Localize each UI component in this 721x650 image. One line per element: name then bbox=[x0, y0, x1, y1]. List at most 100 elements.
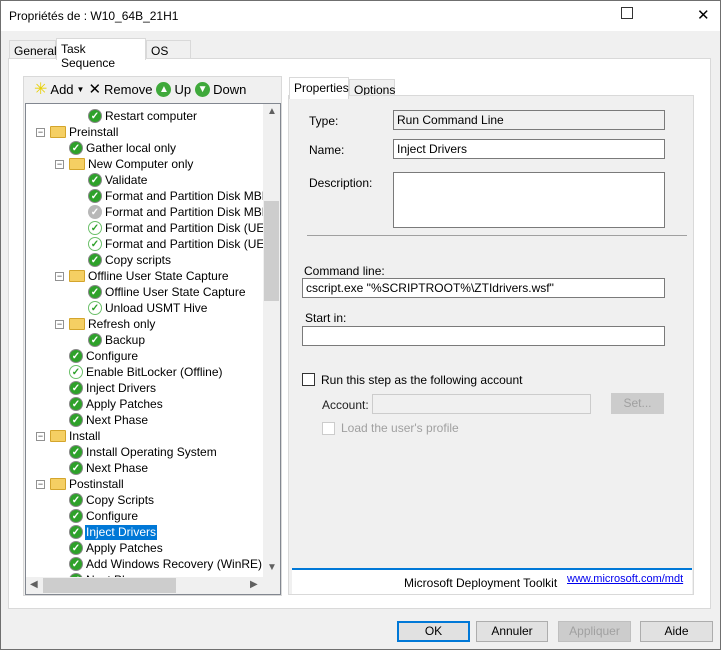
check-icon: ✓ bbox=[88, 173, 102, 187]
folder-icon bbox=[50, 430, 66, 442]
tree-item-label: Next Phase bbox=[86, 460, 149, 475]
tree-item[interactable]: ✓ Restart computer bbox=[88, 108, 198, 124]
check-icon: ✓ bbox=[69, 557, 83, 571]
tree-item[interactable]: ✓ Format and Partition Disk MBR1 bbox=[88, 204, 278, 220]
tab-general[interactable]: General bbox=[9, 40, 57, 60]
tree-item-label: Format and Partition Disk MBR0 bbox=[105, 188, 278, 203]
tree-item[interactable]: ✓ Format and Partition Disk (UEFI) D bbox=[88, 220, 280, 236]
tree-item-label: Configure bbox=[86, 348, 139, 363]
tree-item[interactable]: ✓ Backup bbox=[88, 332, 146, 348]
name-input[interactable]: Inject Drivers bbox=[393, 139, 665, 159]
chevron-down-icon: ▼ bbox=[76, 84, 85, 94]
tree-item[interactable]: ✓ Enable BitLocker (Offline) bbox=[69, 364, 224, 380]
tree-item[interactable]: ✓ Unload USMT Hive bbox=[88, 300, 208, 316]
check-icon: ✓ bbox=[69, 509, 83, 523]
tree-item[interactable]: ✓ Install Operating System bbox=[69, 444, 218, 460]
tree-item[interactable]: ✓Next Phase bbox=[69, 460, 149, 476]
collapse-icon[interactable]: − bbox=[36, 128, 45, 137]
check-icon: ✓ bbox=[88, 333, 102, 347]
scroll-up-icon[interactable]: ▲ bbox=[267, 106, 277, 117]
help-button[interactable]: Aide bbox=[640, 621, 713, 642]
tab-os-info[interactable]: OS Info bbox=[146, 40, 191, 72]
tree-item[interactable]: Postinstall bbox=[50, 476, 125, 492]
tree-item[interactable]: ✓ Format and Partition Disk (UEFI) D bbox=[88, 236, 280, 252]
tree-item[interactable]: ✓ Configure bbox=[69, 348, 139, 364]
collapse-icon[interactable]: − bbox=[55, 320, 64, 329]
check-icon: ✓ bbox=[69, 141, 83, 155]
tree-item[interactable]: ✓ Copy scripts bbox=[88, 252, 172, 268]
tree-item[interactable]: ✓ Gather local only bbox=[69, 140, 177, 156]
tree-item[interactable]: ✓ Inject Drivers bbox=[69, 380, 157, 396]
window-title: Propriétés de : W10_64B_21H1 bbox=[9, 9, 179, 23]
tree-item[interactable]: ✓ Offline User State Capture bbox=[88, 284, 247, 300]
run-as-label: Run this step as the following account bbox=[321, 373, 523, 387]
toolbar: ✳ Add ▼ ✕ Remove ▲ Up ▼ Down bbox=[24, 77, 281, 101]
tree-item[interactable]: ✓ Validate bbox=[88, 172, 148, 188]
tree-item[interactable]: ✓ Inject Drivers bbox=[69, 524, 158, 540]
vertical-scroll-thumb[interactable] bbox=[264, 201, 279, 301]
up-arrow-icon: ▲ bbox=[156, 81, 172, 97]
tree-item[interactable]: Preinstall bbox=[50, 124, 119, 140]
type-label: Type: bbox=[309, 114, 339, 128]
tree-item-label: Offline User State Capture bbox=[88, 268, 229, 283]
horizontal-scrollbar[interactable]: ◀ ▶ bbox=[26, 577, 280, 594]
tree-item[interactable]: ✓ Apply Patches bbox=[69, 396, 164, 412]
horizontal-scroll-thumb[interactable] bbox=[43, 578, 176, 593]
check-icon: ✓ bbox=[69, 493, 83, 507]
run-as-checkbox[interactable] bbox=[302, 373, 315, 386]
tree-item-label: Add Windows Recovery (WinRE) bbox=[86, 556, 263, 571]
load-profile-checkbox[interactable] bbox=[322, 422, 335, 435]
tree-item[interactable]: Refresh only bbox=[69, 316, 156, 332]
tree-item[interactable]: Offline User State Capture bbox=[69, 268, 230, 284]
scroll-down-icon[interactable]: ▼ bbox=[267, 562, 277, 573]
scroll-right-icon[interactable]: ▶ bbox=[250, 579, 258, 590]
check-icon: ✓ bbox=[88, 237, 102, 251]
tree-item[interactable]: ✓Next Phase bbox=[69, 412, 149, 428]
tab-task-sequence[interactable]: Task Sequence bbox=[56, 38, 146, 70]
tab-properties[interactable]: Properties bbox=[289, 77, 349, 99]
account-label: Account: bbox=[322, 398, 369, 412]
set-button[interactable]: Set... bbox=[611, 393, 664, 414]
tree-item-label: Offline User State Capture bbox=[105, 284, 246, 299]
description-input[interactable] bbox=[393, 172, 665, 228]
collapse-icon[interactable]: − bbox=[36, 432, 45, 441]
task-sequence-tree[interactable]: ✓ Restart computer − Preinstall ✓ Gather loca… bbox=[25, 103, 281, 595]
account-input[interactable] bbox=[372, 394, 591, 414]
command-line-label: Command line: bbox=[304, 264, 385, 278]
properties-pane: Type: Run Command Line Name: Inject Driv… bbox=[288, 95, 694, 595]
remove-button[interactable]: ✕ Remove bbox=[88, 80, 152, 98]
tree-item[interactable]: New Computer only bbox=[69, 156, 194, 172]
tree-item[interactable]: Install bbox=[50, 428, 101, 444]
tree-item[interactable]: ✓ Apply Patches bbox=[69, 540, 164, 556]
vertical-scrollbar[interactable]: ▲ ▼ bbox=[263, 104, 280, 578]
start-in-input[interactable] bbox=[302, 326, 665, 346]
tree-item[interactable]: ✓ Format and Partition Disk MBR0 bbox=[88, 188, 278, 204]
command-line-input[interactable]: cscript.exe "%SCRIPTROOT%\ZTIdrivers.wsf… bbox=[302, 278, 665, 298]
pin-icon[interactable] bbox=[621, 7, 633, 19]
collapse-icon[interactable]: − bbox=[55, 272, 64, 281]
close-icon[interactable]: ✕ bbox=[697, 6, 710, 24]
folder-icon bbox=[69, 270, 85, 282]
description-label: Description: bbox=[309, 176, 373, 190]
apply-button[interactable]: Appliquer bbox=[558, 621, 631, 642]
tree-item-label: Postinstall bbox=[69, 476, 124, 491]
add-icon: ✳ bbox=[34, 81, 48, 98]
tree-item[interactable]: ✓ Add Windows Recovery (WinRE) bbox=[69, 556, 263, 572]
tree-item[interactable]: ✓ Configure bbox=[69, 508, 139, 524]
ok-button[interactable]: OK bbox=[397, 621, 470, 642]
add-button[interactable]: ✳ Add ▼ bbox=[34, 79, 84, 99]
mdt-link[interactable]: www.microsoft.com/mdt bbox=[567, 573, 683, 585]
check-icon: ✓ bbox=[69, 397, 83, 411]
remove-icon: ✕ bbox=[88, 81, 102, 98]
cancel-button[interactable]: Annuler bbox=[476, 621, 548, 642]
type-field: Run Command Line bbox=[393, 110, 665, 130]
collapse-icon[interactable]: − bbox=[55, 160, 64, 169]
tree-item-label: Apply Patches bbox=[86, 540, 163, 555]
up-button[interactable]: ▲ Up bbox=[156, 81, 191, 97]
scroll-left-icon[interactable]: ◀ bbox=[30, 579, 38, 590]
divider bbox=[307, 235, 687, 236]
down-button[interactable]: ▼ Down bbox=[195, 81, 246, 97]
tree-item[interactable]: ✓ Copy Scripts bbox=[69, 492, 155, 508]
collapse-icon[interactable]: − bbox=[36, 480, 45, 489]
tree-item-label: Format and Partition Disk MBR1 bbox=[105, 204, 278, 219]
